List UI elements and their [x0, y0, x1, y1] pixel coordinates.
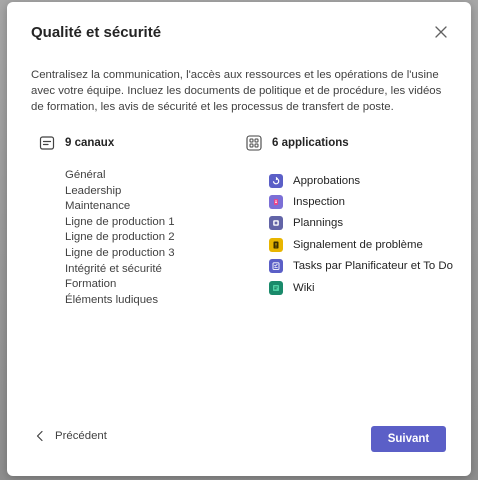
- app-item-label: Inspection: [293, 196, 345, 209]
- app-item-label: Tasks par Planificateur et To Do: [293, 260, 453, 273]
- apps-grid-icon: [246, 135, 262, 151]
- channel-item: Formation: [65, 278, 117, 291]
- app-item: Wiki: [269, 277, 453, 298]
- apps-header: 6 applications: [246, 135, 349, 151]
- close-button[interactable]: [433, 24, 449, 40]
- chevron-left-icon: [36, 430, 43, 442]
- channel-item: Intégrité et sécurité: [65, 262, 162, 275]
- tasks-icon: [269, 259, 283, 274]
- back-button-label: Précédent: [55, 430, 107, 442]
- channel-item: Général: [65, 169, 106, 181]
- inspection-icon: [269, 195, 283, 210]
- next-button[interactable]: Suivant: [371, 426, 446, 452]
- app-item-label: Signalement de problème: [293, 238, 423, 251]
- app-item: Approbations: [269, 170, 453, 191]
- apps-count-label: 6 applications: [272, 137, 349, 149]
- wiki-icon: [269, 280, 283, 295]
- dialog-description: Centralisez la communication, l'accès au…: [31, 69, 442, 113]
- channel-list: Général Leadership Maintenance Ligne de …: [65, 168, 175, 308]
- channels-header: 9 canaux: [39, 135, 114, 151]
- channel-item: Éléments ludiques: [65, 293, 159, 306]
- channel-item: Ligne de production 1: [65, 215, 175, 228]
- app-item-label: Approbations: [293, 174, 361, 187]
- close-icon: [435, 26, 447, 38]
- app-item: Plannings: [269, 213, 453, 234]
- channels-count-label: 9 canaux: [65, 137, 115, 149]
- template-dialog: Qualité et sécurité Centralisez la commu…: [7, 2, 471, 476]
- back-button[interactable]: Précédent: [35, 430, 107, 442]
- app-item-label: Wiki: [293, 281, 315, 294]
- shifts-icon: [269, 216, 283, 231]
- approvals-icon: [269, 173, 283, 188]
- app-item: Inspection: [269, 191, 453, 212]
- channel-item: Leadership: [65, 184, 122, 197]
- app-item-label: Plannings: [293, 217, 344, 230]
- dialog-title: Qualité et sécurité: [31, 24, 162, 41]
- channel-item: Ligne de production 3: [65, 246, 175, 259]
- channel-item: Ligne de production 2: [65, 231, 175, 244]
- app-list: Approbations Inspection Plannings Signal…: [269, 170, 453, 298]
- channel-icon: [39, 135, 55, 151]
- channel-item: Maintenance: [65, 200, 131, 213]
- issue-reporting-icon: [269, 237, 283, 252]
- app-item: Tasks par Planificateur et To Do: [269, 256, 453, 277]
- app-item: Signalement de problème: [269, 234, 453, 255]
